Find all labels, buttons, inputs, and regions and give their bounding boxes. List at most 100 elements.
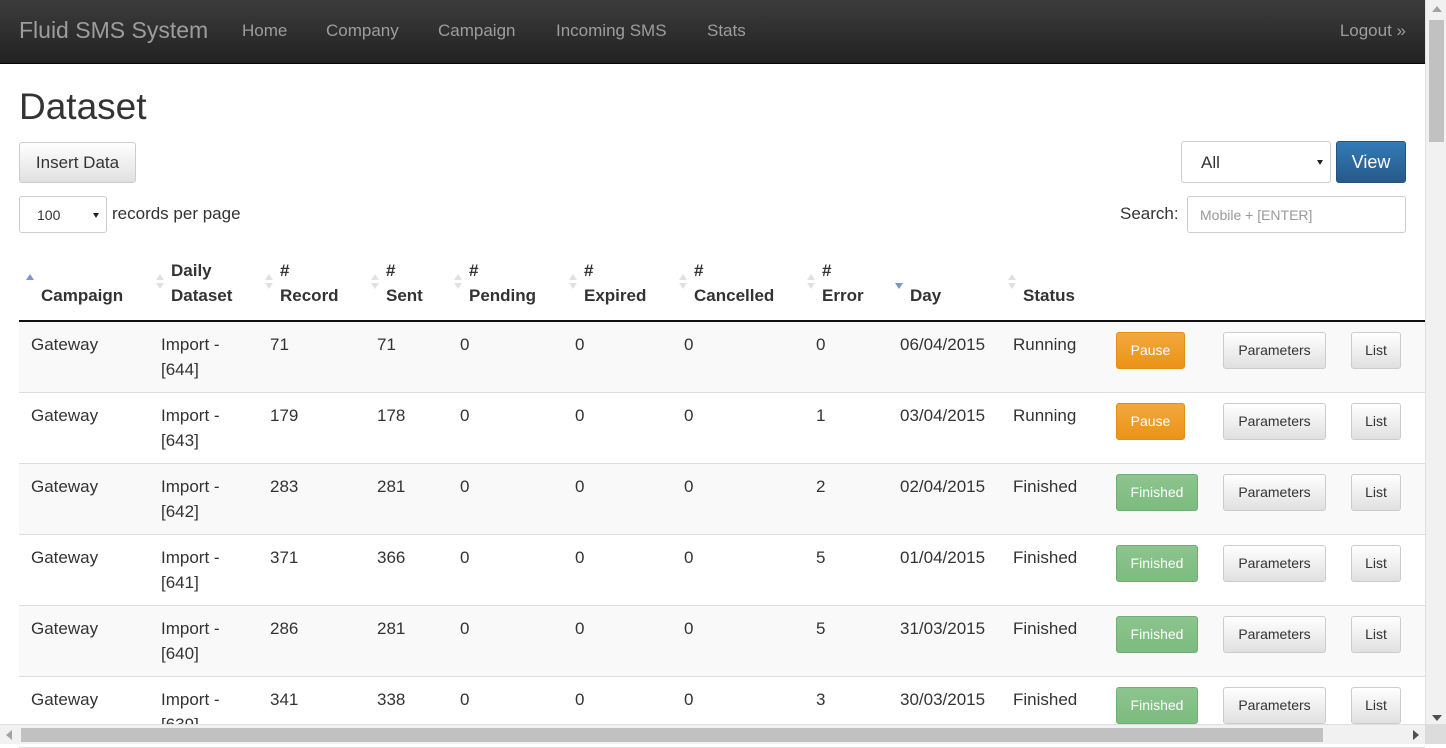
finished-button[interactable]: Finished — [1116, 474, 1198, 511]
sort-arrows-icon — [807, 274, 816, 292]
cell-dataset-line1: Import - — [161, 548, 220, 567]
insert-data-button[interactable]: Insert Data — [19, 142, 136, 183]
search-input[interactable] — [1187, 196, 1406, 233]
finished-button[interactable]: Finished — [1116, 616, 1198, 653]
scroll-down-arrow-icon[interactable] — [1432, 715, 1442, 721]
table-row: Gateway Import - [644] 71 71 0 0 0 0 06/04/2015 Ru… — [19, 322, 1425, 393]
cell-campaign: Gateway — [31, 406, 99, 425]
cell-sent: 338 — [377, 690, 406, 709]
list-button[interactable]: List — [1351, 403, 1401, 440]
nav-stats[interactable]: Stats — [707, 21, 746, 41]
logout-link[interactable]: Logout » — [1340, 21, 1406, 41]
column-header-status[interactable]: Status — [1008, 258, 1075, 308]
sort-arrows-icon — [156, 274, 165, 292]
cell-dataset-line2: [640] — [161, 644, 199, 663]
column-header-line2: Sent — [386, 286, 423, 305]
column-header-line2: Expired — [584, 286, 647, 305]
column-header-cancelled[interactable]: # Cancelled — [679, 258, 774, 308]
nav-campaign[interactable]: Campaign — [438, 21, 516, 41]
sort-arrows-icon — [569, 274, 578, 292]
cell-pending: 0 — [460, 690, 470, 709]
vertical-scrollbar[interactable] — [1425, 0, 1446, 727]
cell-error: 5 — [816, 619, 826, 638]
column-header-line2: Error — [822, 286, 864, 305]
column-header-expired[interactable]: # Expired — [569, 258, 647, 308]
cell-day: 03/04/2015 — [900, 406, 986, 425]
records-per-page-select[interactable]: 100 — [19, 196, 107, 233]
vertical-scroll-thumb[interactable] — [1429, 20, 1444, 142]
list-button[interactable]: List — [1351, 616, 1401, 653]
brand[interactable]: Fluid SMS System — [19, 17, 208, 44]
cell-pending: 0 — [460, 619, 470, 638]
cell-error: 2 — [816, 477, 826, 496]
filter-selected-value: All — [1201, 153, 1220, 172]
list-button[interactable]: List — [1351, 332, 1401, 369]
cell-error: 3 — [816, 690, 826, 709]
cell-record: 179 — [270, 406, 299, 425]
cell-day: 02/04/2015 — [900, 477, 986, 496]
column-header-line1 — [41, 258, 123, 283]
cell-campaign: Gateway — [31, 335, 99, 354]
column-header-day[interactable]: Day — [895, 258, 942, 308]
cell-pending: 0 — [460, 477, 470, 496]
cell-error: 0 — [816, 335, 826, 354]
column-header-campaign[interactable]: Campaign — [26, 258, 123, 308]
cell-pending: 0 — [460, 335, 470, 354]
parameters-button[interactable]: Parameters — [1223, 687, 1326, 724]
cell-error: 5 — [816, 548, 826, 567]
column-header-record[interactable]: # Record — [265, 258, 339, 308]
column-header-line2: Day — [910, 286, 942, 305]
nav-incoming-sms[interactable]: Incoming SMS — [556, 21, 667, 41]
cell-cancelled: 0 — [684, 548, 694, 567]
column-header-line1 — [1023, 258, 1075, 283]
column-header-daily-dataset[interactable]: Daily Dataset — [156, 258, 232, 308]
scroll-right-arrow-icon[interactable] — [1413, 730, 1419, 740]
column-header-line1: # — [469, 261, 479, 280]
cell-cancelled: 0 — [684, 690, 694, 709]
horizontal-scroll-thumb[interactable] — [21, 728, 1323, 742]
cell-expired: 0 — [575, 335, 585, 354]
cell-error: 1 — [816, 406, 826, 425]
parameters-button[interactable]: Parameters — [1223, 474, 1326, 511]
pause-button[interactable]: Pause — [1116, 332, 1185, 369]
finished-button[interactable]: Finished — [1116, 687, 1198, 724]
parameters-button[interactable]: Parameters — [1223, 616, 1326, 653]
cell-status: Running — [1013, 335, 1077, 354]
cell-campaign: Gateway — [31, 548, 99, 567]
pause-button[interactable]: Pause — [1116, 403, 1185, 440]
list-button[interactable]: List — [1351, 545, 1401, 582]
records-per-page-label: records per page — [112, 204, 241, 223]
cell-expired: 0 — [575, 619, 585, 638]
column-header-sent[interactable]: # Sent — [371, 258, 423, 308]
cell-day: 30/03/2015 — [900, 690, 986, 709]
cell-dataset-line2: [644] — [161, 360, 199, 379]
page-title: Dataset — [19, 86, 147, 127]
cell-pending: 0 — [460, 548, 470, 567]
horizontal-scrollbar[interactable] — [0, 724, 1425, 744]
nav-home[interactable]: Home — [242, 21, 287, 41]
parameters-button[interactable]: Parameters — [1223, 545, 1326, 582]
column-header-pending[interactable]: # Pending — [454, 258, 536, 308]
parameters-button[interactable]: Parameters — [1223, 332, 1326, 369]
list-button[interactable]: List — [1351, 474, 1401, 511]
nav-company[interactable]: Company — [326, 21, 399, 41]
caret-down-icon — [1317, 160, 1323, 165]
column-header-line1: # — [694, 261, 704, 280]
cell-cancelled: 0 — [684, 406, 694, 425]
scroll-left-arrow-icon[interactable] — [6, 730, 12, 740]
cell-dataset-line1: Import - — [161, 406, 220, 425]
cell-campaign: Gateway — [31, 477, 99, 496]
caret-down-icon — [93, 212, 99, 218]
list-button[interactable]: List — [1351, 687, 1401, 724]
cell-daily-dataset: Import - [641] — [161, 545, 220, 595]
filter-select[interactable]: All — [1181, 141, 1331, 183]
column-header-error[interactable]: # Error — [807, 258, 864, 308]
cell-sent: 71 — [377, 335, 396, 354]
finished-button[interactable]: Finished — [1116, 545, 1198, 582]
parameters-button[interactable]: Parameters — [1223, 403, 1326, 440]
scroll-up-arrow-icon[interactable] — [1432, 6, 1442, 12]
view-button[interactable]: View — [1336, 141, 1406, 183]
cell-status: Running — [1013, 406, 1077, 425]
perpage-selected-value: 100 — [37, 207, 61, 223]
cell-expired: 0 — [575, 690, 585, 709]
